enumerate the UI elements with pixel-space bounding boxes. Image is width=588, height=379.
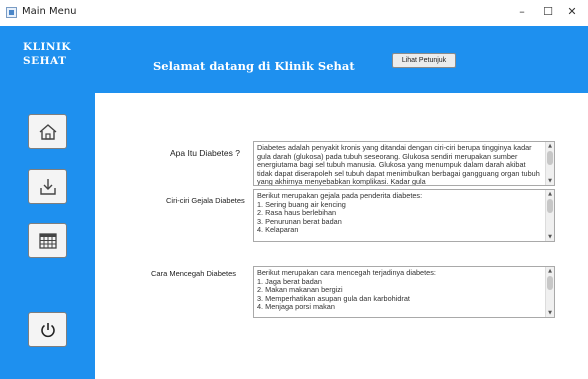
scroll-thumb[interactable] (547, 151, 553, 165)
scrollbar[interactable]: ▲ ▼ (545, 142, 554, 185)
minimize-button[interactable]: – (512, 3, 532, 21)
textarea-symptoms[interactable]: Berikut merupakan gejala pada penderita … (253, 189, 555, 242)
home-button[interactable] (28, 114, 67, 149)
section-label-symptoms: Ciri-ciri Gejala Diabetes (166, 196, 245, 205)
home-icon (39, 124, 57, 140)
textarea-what-is-text: Diabetes adalah penyakit kronis yang dit… (257, 143, 542, 186)
scroll-thumb[interactable] (547, 199, 553, 213)
scrollbar[interactable]: ▲ ▼ (545, 190, 554, 241)
welcome-title: Selamat datang di Klinik Sehat (153, 59, 355, 73)
close-button[interactable]: ✕ (562, 3, 582, 21)
scroll-down-icon[interactable]: ▼ (546, 233, 554, 241)
section-label-prevention: Cara Mencegah Diabetes (151, 269, 237, 278)
window-titlebar: Main Menu – ☐ ✕ (0, 0, 588, 26)
scrollbar[interactable]: ▲ ▼ (545, 267, 554, 317)
window-title: Main Menu (22, 6, 77, 17)
brand-line-1: KLINIK (23, 41, 72, 53)
scroll-down-icon[interactable]: ▼ (546, 309, 554, 317)
power-icon (41, 323, 55, 338)
scroll-up-icon[interactable]: ▲ (546, 267, 554, 275)
scroll-up-icon[interactable]: ▲ (546, 190, 554, 198)
scroll-down-icon[interactable]: ▼ (546, 177, 554, 185)
table-icon (39, 233, 57, 249)
maximize-button[interactable]: ☐ (538, 3, 558, 21)
guide-button[interactable]: Lihat Petunjuk (392, 53, 456, 68)
table-button[interactable] (28, 223, 67, 258)
textarea-prevention-text: Berikut merupakan cara mencegah terjadin… (257, 268, 436, 312)
scroll-thumb[interactable] (547, 276, 553, 290)
textarea-prevention[interactable]: Berikut merupakan cara mencegah terjadin… (253, 266, 555, 318)
brand-line-2: SEHAT (23, 55, 67, 67)
download-icon (40, 179, 56, 195)
power-button[interactable] (28, 312, 67, 347)
scroll-up-icon[interactable]: ▲ (546, 142, 554, 150)
textarea-symptoms-text: Berikut merupakan gejala pada penderita … (257, 191, 423, 235)
section-label-what-is: Apa Itu Diabetes ? (170, 148, 240, 158)
textarea-what-is[interactable]: Diabetes adalah penyakit kronis yang dit… (253, 141, 555, 186)
app-icon (6, 7, 17, 18)
brand-logo: KLINIK SEHAT (23, 40, 71, 68)
download-button[interactable] (28, 169, 67, 204)
